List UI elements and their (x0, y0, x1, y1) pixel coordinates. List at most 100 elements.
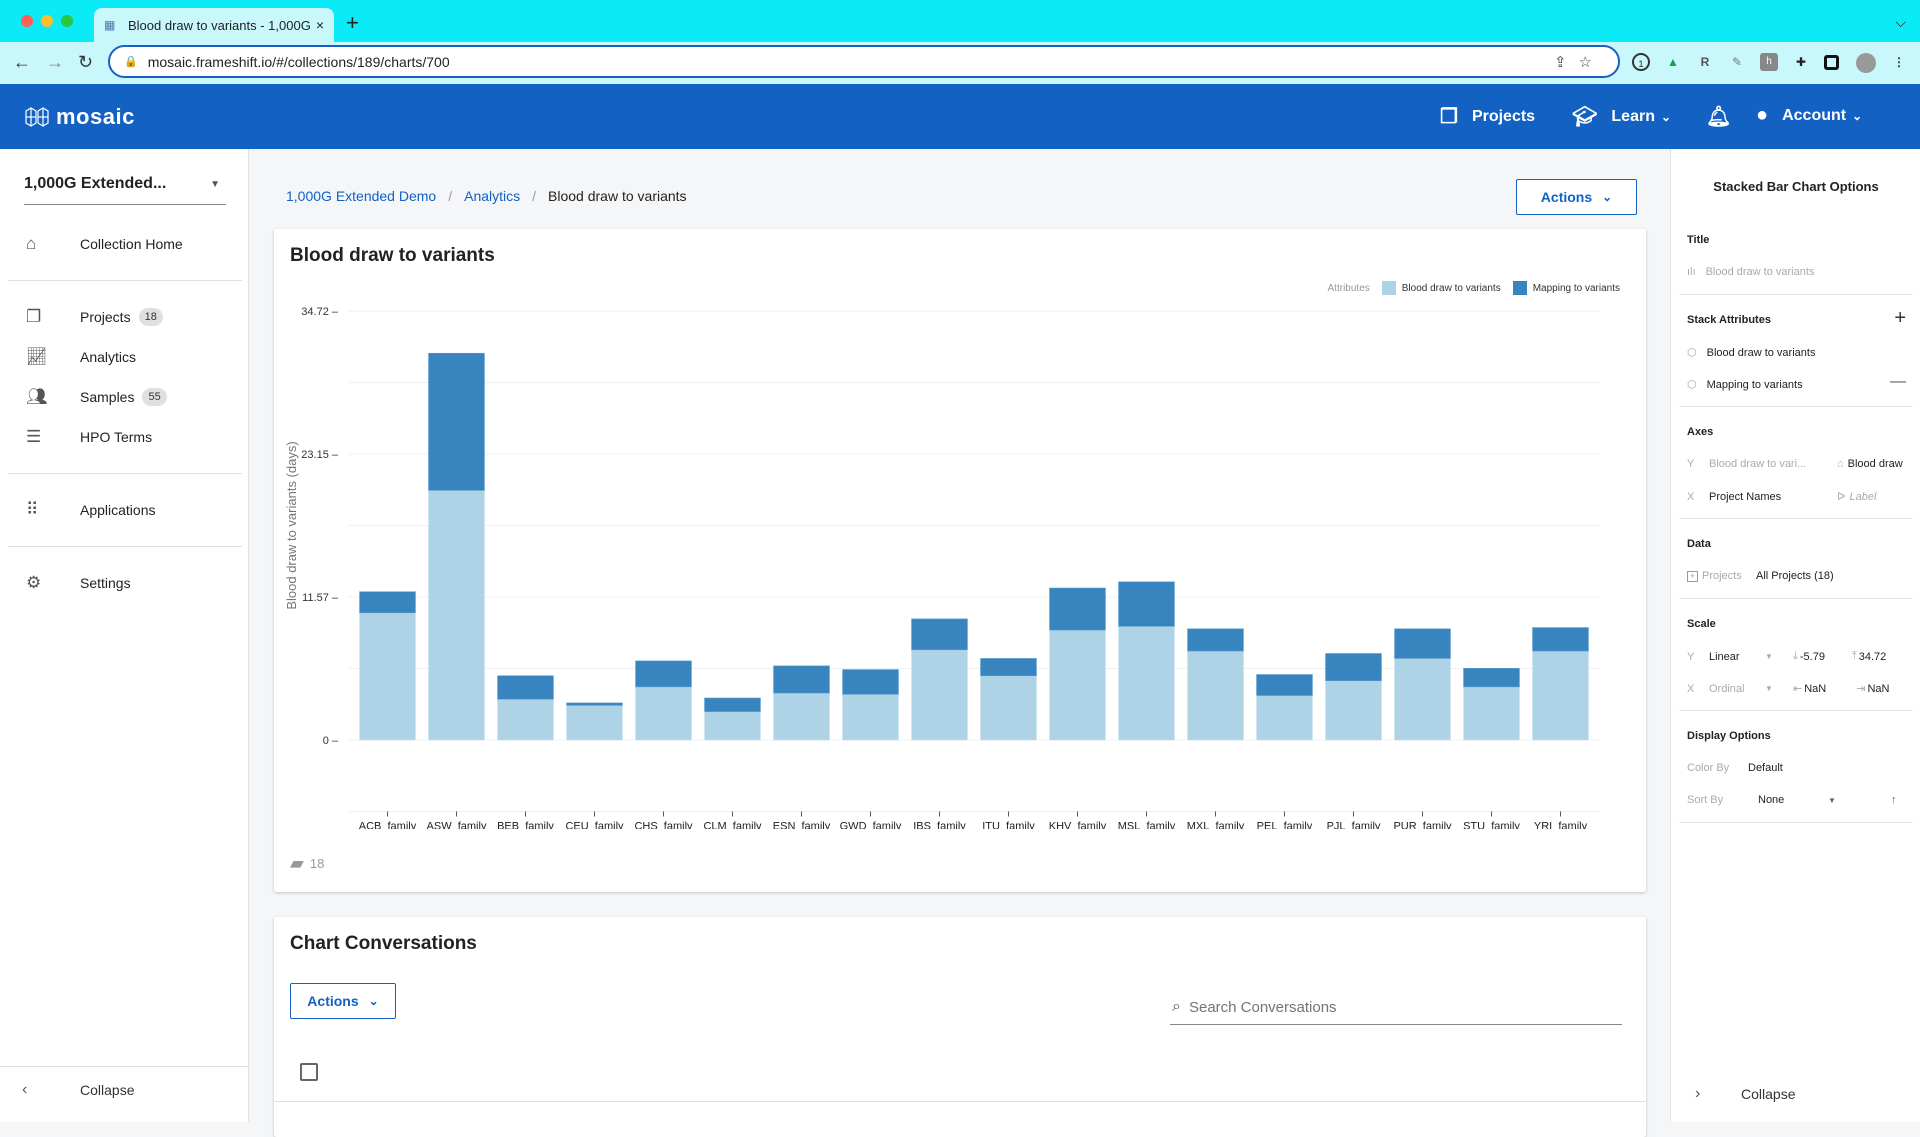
new-tab-button[interactable]: + (346, 10, 359, 36)
y-tick-label: 34.72 – (301, 306, 339, 318)
header-projects-link[interactable]: ❐ Projects (1440, 104, 1535, 129)
sidebar-item-hpo-terms[interactable]: ☰ HPO Terms (0, 418, 249, 456)
r-extension-icon[interactable]: R (1696, 53, 1714, 71)
bar-segment-mapping (1325, 653, 1382, 681)
breadcrumb-analytics-link[interactable]: Analytics (464, 188, 520, 204)
x-tick-label: CHS_family (634, 821, 693, 829)
notifications-button[interactable]: 🔔︎ (1706, 104, 1731, 129)
color-by-row[interactable]: Color By Default (1687, 762, 1783, 774)
h-extension-icon[interactable]: h (1760, 53, 1778, 71)
sidebar-item-samples[interactable]: 👥︎ Samples 55 (0, 378, 249, 416)
x-axis-label-input[interactable]: Label (1849, 491, 1876, 503)
browser-menu-icon[interactable]: ⋮ (1890, 53, 1908, 71)
panel-divider (1679, 822, 1913, 823)
browser-tab[interactable]: ▦ Blood draw to variants - 1,000G Extend… (94, 8, 334, 42)
chart-actions-button[interactable]: Actions ⌄ (1516, 179, 1637, 215)
select-all-checkbox[interactable] (300, 1063, 318, 1081)
search-conversations[interactable]: ⌕ (1170, 990, 1622, 1025)
breadcrumb-collection-link[interactable]: 1,000G Extended Demo (286, 188, 436, 204)
drive-extension-icon[interactable]: ▲ (1664, 53, 1682, 71)
header-account-menu[interactable]: ● Account ⌄ (1756, 104, 1862, 127)
stack-attribute-item[interactable]: ⬡ Blood draw to variants (1687, 346, 1815, 360)
y-scale-letter: Y (1687, 650, 1695, 663)
logo-text: mosaic (56, 104, 135, 129)
axes-heading: Axes (1687, 426, 1714, 438)
sort-by-select[interactable]: None (1758, 794, 1828, 806)
bar-segment-mapping (635, 660, 692, 688)
projects-count-badge: 18 (138, 308, 163, 326)
bar-segment-mapping (1394, 628, 1451, 659)
tag-icon: ⬡ (1687, 379, 1697, 391)
side-panel-icon[interactable] (1824, 55, 1839, 70)
tab-search-chevron-icon[interactable]: ⌵ (1895, 14, 1906, 31)
bar-segment-mapping (566, 702, 623, 706)
sort-direction-arrow-icon[interactable]: ↑ (1891, 794, 1897, 806)
search-conversations-input[interactable] (1188, 998, 1589, 1016)
bookmark-star-icon[interactable]: ☆ (1579, 54, 1604, 71)
x-scale-max-input[interactable]: NaN (1867, 683, 1889, 695)
close-window-button[interactable] (21, 15, 33, 27)
forward-arrow-icon[interactable]: → (46, 52, 64, 73)
collapse-label: Collapse (80, 1081, 135, 1098)
x-tick-label: MXL_family (1187, 821, 1245, 829)
password-manager-extension-icon[interactable]: 1 (1632, 53, 1650, 71)
add-attribute-plus-icon[interactable]: + (1894, 307, 1906, 330)
panel-divider (1679, 518, 1913, 519)
data-projects-row[interactable]: + Projects All Projects (18) (1687, 570, 1834, 582)
x-scale-min-input[interactable]: NaN (1804, 683, 1856, 695)
color-by-select[interactable]: Default (1748, 762, 1783, 774)
bar-segment-blood-draw (1325, 680, 1382, 741)
bell-icon: 🔔︎ (1706, 106, 1732, 128)
sidebar-item-applications[interactable]: ⠿ Applications (0, 491, 249, 529)
sidebar-item-collection-home[interactable]: ⌂ Collection Home (0, 225, 249, 263)
profile-avatar[interactable] (1856, 53, 1876, 73)
header-learn-menu[interactable]: 🎓︎ Learn ⌄ (1572, 104, 1671, 129)
share-icon[interactable]: ⇪ (1554, 54, 1579, 71)
lock-icon: 🔒 (124, 56, 138, 68)
x-tick-label: YRI_family (1534, 821, 1588, 829)
people-icon: 👥︎ (26, 387, 48, 406)
panel-collapse-button[interactable]: › Collapse (1695, 1085, 1795, 1103)
y-scale-max-input[interactable]: 34.72 (1859, 651, 1887, 663)
mosaic-logo[interactable]: mosaic (24, 104, 135, 130)
title-field-value: Blood draw to variants (1705, 266, 1815, 278)
sidebar-item-label: Collection Home (80, 236, 183, 252)
y-axis-attribute-select[interactable]: Blood draw to vari... (1709, 458, 1837, 470)
x-scale-type-select[interactable]: Ordinal (1709, 683, 1765, 695)
gear-icon: ⚙ (26, 573, 42, 592)
x-axis-attribute-select[interactable]: Project Names (1709, 491, 1837, 503)
list-icon: ☰ (26, 427, 42, 446)
notes-extension-icon[interactable]: ✎ (1728, 53, 1746, 71)
y-scale-type-select[interactable]: Linear (1709, 651, 1765, 663)
sidebar-item-projects[interactable]: ❐ Projects 18 (0, 298, 249, 336)
remove-attribute-minus-icon[interactable]: — (1890, 373, 1906, 391)
conversations-title: Chart Conversations (290, 933, 477, 954)
y-axis-label-input[interactable]: Blood draw (1848, 458, 1903, 470)
project-count-value: 18 (309, 856, 325, 871)
stack-attribute-item[interactable]: ⬡ Mapping to variants (1687, 378, 1803, 392)
y-scale-min-input[interactable]: -5.79 (1800, 651, 1852, 663)
graduation-cap-icon: 🎓︎ (1572, 106, 1598, 128)
bar-segment-blood-draw (842, 693, 899, 741)
reload-icon[interactable]: ↻ (78, 52, 93, 73)
extensions-puzzle-icon[interactable]: ✚ (1792, 53, 1810, 71)
sidebar-collapse-button[interactable]: ‹ Collapse (0, 1066, 249, 1112)
collection-select[interactable]: 1,000G Extended... ▼ (24, 175, 226, 205)
minimize-window-button[interactable] (41, 15, 53, 27)
close-tab-icon[interactable]: × (316, 17, 324, 33)
conversations-actions-button[interactable]: Actions ⌄ (290, 983, 396, 1019)
title-field[interactable]: ılı Blood draw to variants (1687, 266, 1814, 278)
folders-icon: ❐ (26, 307, 42, 326)
bar-segment-mapping (428, 352, 485, 491)
sidebar-item-analytics[interactable]: 📈︎ Analytics (0, 338, 249, 376)
x-tick-label: ITU_family (982, 821, 1035, 829)
sidebar-item-label: Settings (80, 575, 131, 591)
url-bar[interactable]: 🔒 mosaic.frameshift.io/#/collections/189… (108, 45, 1620, 78)
bar-segment-blood-draw (1187, 650, 1244, 741)
maximize-window-button[interactable] (61, 15, 73, 27)
project-count[interactable]: ▰ 18 (290, 853, 324, 874)
back-arrow-icon[interactable]: ← (13, 52, 31, 73)
bar-chart-icon: ılı (1687, 266, 1696, 278)
min-arrow-icon: ⇤ (1793, 683, 1803, 695)
sidebar-item-settings[interactable]: ⚙ Settings (0, 564, 249, 602)
